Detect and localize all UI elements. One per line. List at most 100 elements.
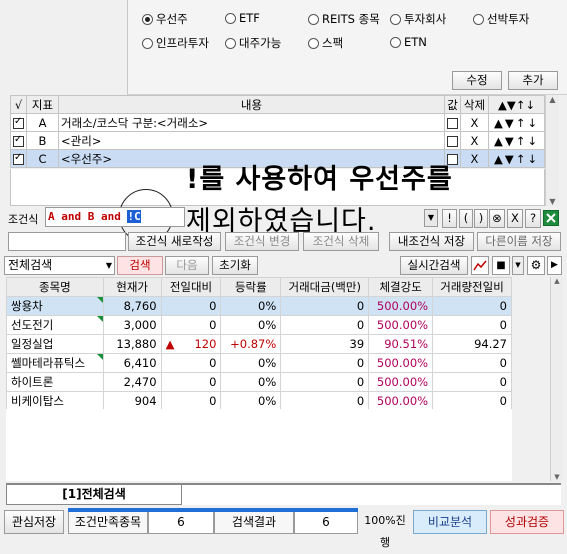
radio-ship-investment[interactable]: 선박투자: [473, 11, 529, 27]
order-arrows[interactable]: ▲▼↑↓: [488, 149, 545, 168]
condition-name-input[interactable]: [8, 232, 126, 251]
edit-button[interactable]: 수정: [452, 71, 502, 90]
save-as-button[interactable]: 다른이름 저장: [477, 232, 561, 251]
grid-scrollbar[interactable]: ▲ ▼: [550, 277, 563, 481]
delete-button[interactable]: X: [460, 113, 489, 132]
op-not-button[interactable]: !: [442, 209, 457, 228]
change-rate: +0.87%: [220, 334, 282, 354]
stock-name: 쎌마테라퓨틱스: [6, 353, 104, 373]
volume-ratio: 0: [432, 315, 512, 335]
radio-investment-company[interactable]: 투자회사: [390, 11, 446, 27]
condition-scrollbar[interactable]: ▲ ▼: [545, 95, 559, 206]
current-price-value: 3,000: [123, 318, 157, 332]
row-checkbox[interactable]: [13, 116, 24, 129]
chevron-down-icon: ▼: [105, 261, 112, 270]
volume-ratio-value: 0: [499, 356, 507, 370]
save-my-condition-button[interactable]: 내조건식 저장: [389, 232, 474, 251]
table-row[interactable]: 비케이탑스 904 0 0% 0 500.00% 0: [6, 391, 512, 411]
op-x-button[interactable]: X: [507, 209, 523, 228]
col-amount[interactable]: 거래대금(백만): [280, 277, 370, 297]
radio-infra[interactable]: 인프라투자: [142, 35, 209, 51]
delete-condition-button[interactable]: 조건식 삭제: [303, 232, 379, 251]
row-content: 거래소/코스닥 구분:<거래소>: [58, 113, 445, 132]
volume-ratio: 94.27: [432, 334, 512, 354]
condition-row[interactable]: B <관리> X ▲▼↑↓: [10, 131, 545, 150]
trade-amount-value: 0: [356, 318, 365, 332]
condition-row[interactable]: A 거래소/코스닥 구분:<거래소> X ▲▼↑↓: [10, 113, 545, 132]
grid-empty-area: [6, 409, 512, 481]
delete-button[interactable]: X: [460, 131, 489, 150]
modify-condition-button[interactable]: 조건식 변경: [225, 232, 299, 251]
result-label: 검색결과: [214, 510, 294, 534]
chevron-down-icon[interactable]: ▼: [512, 256, 524, 275]
realtime-search-button[interactable]: 실시간검색: [400, 256, 468, 275]
expand-icon[interactable]: ▶: [547, 256, 562, 275]
save-interest-button[interactable]: 관심저장: [4, 510, 64, 534]
row-checkbox[interactable]: [13, 152, 24, 165]
order-arrows[interactable]: ▲▼↑↓: [488, 113, 545, 132]
stock-name: 하이트론: [6, 372, 104, 392]
compare-button[interactable]: 비교분석: [413, 510, 487, 534]
search-button[interactable]: 검색: [117, 256, 163, 275]
table-row[interactable]: 일정실업 13,880 ▲ 120 +0.87% 39 90.51% 94.27: [6, 334, 512, 354]
scroll-up-icon[interactable]: ▲: [551, 277, 563, 285]
table-row[interactable]: 쌍용차 8,760 0 0% 0 500.00% 0: [6, 296, 512, 316]
gear-icon[interactable]: ⚙: [527, 256, 545, 275]
scroll-down-icon[interactable]: ▼: [546, 197, 559, 206]
chart-icon[interactable]: [471, 256, 489, 275]
radio-dot: [308, 13, 319, 25]
table-row[interactable]: 하이트론 2,470 0 0% 0 500.00% 0: [6, 372, 512, 392]
tab-strip: [1]전체검색: [6, 483, 561, 505]
verify-button[interactable]: 성과검증: [490, 510, 564, 534]
value-checkbox[interactable]: [447, 117, 458, 129]
scroll-down-icon[interactable]: ▼: [551, 473, 563, 481]
tab-all-search[interactable]: [1]전체검색: [6, 485, 182, 505]
current-price: 904: [102, 391, 162, 411]
delete-button[interactable]: X: [460, 149, 489, 168]
radio-etn[interactable]: ETN: [390, 35, 427, 49]
help-button[interactable]: ?: [525, 209, 541, 228]
add-button[interactable]: 추가: [508, 71, 558, 90]
current-price: 6,410: [102, 353, 162, 373]
col-price[interactable]: 현재가: [102, 277, 162, 297]
table-row[interactable]: 쎌마테라퓨틱스 6,410 0 0% 0 500.00% 0: [6, 353, 512, 373]
current-price: 8,760: [102, 296, 162, 316]
new-condition-button[interactable]: 조건식 새로작성: [128, 232, 221, 251]
volume-ratio: 0: [432, 372, 512, 392]
trade-strength-value: 500.00%: [376, 318, 429, 332]
col-change[interactable]: 전일대비: [160, 277, 222, 297]
scroll-up-icon[interactable]: ▲: [546, 95, 559, 104]
radio-reits[interactable]: REITS 종목: [308, 11, 380, 27]
col-name[interactable]: 종목명: [6, 277, 104, 297]
trade-strength: 500.00%: [368, 315, 434, 335]
row-checkbox[interactable]: [13, 134, 24, 147]
next-button[interactable]: 다음: [165, 256, 209, 275]
search-scope-select[interactable]: 전체검색 ▼: [4, 256, 115, 275]
current-price-value: 2,470: [123, 375, 157, 389]
reset-button[interactable]: 초기화: [212, 256, 258, 275]
radio-preferred[interactable]: 우선주: [142, 11, 188, 27]
value-checkbox[interactable]: [447, 135, 458, 147]
op-xor-button[interactable]: ⊗: [489, 209, 505, 228]
list-icon[interactable]: ■: [492, 256, 510, 275]
formula-input[interactable]: A and B and !C: [45, 207, 185, 227]
col-strength[interactable]: 체결강도: [368, 277, 434, 297]
excel-icon[interactable]: [543, 210, 559, 226]
volume-ratio-value: 94.27: [474, 337, 507, 351]
trade-strength: 500.00%: [368, 391, 434, 411]
result-count: 6: [294, 510, 358, 534]
col-rate[interactable]: 등락률: [220, 277, 282, 297]
op-rparen-button[interactable]: ): [474, 209, 488, 228]
current-price-value: 13,880: [116, 337, 157, 351]
col-volume-ratio[interactable]: 거래량전일비: [432, 277, 512, 297]
table-row[interactable]: 선도전기 3,000 0 0% 0 500.00% 0: [6, 315, 512, 335]
volume-ratio-value: 0: [499, 318, 507, 332]
row-index: C: [26, 149, 59, 168]
radio-spac[interactable]: 스팩: [308, 35, 343, 51]
stock-name-value: 일정실업: [11, 337, 54, 351]
formula-dropdown-icon[interactable]: ▼: [424, 209, 438, 227]
order-arrows[interactable]: ▲▼↑↓: [488, 131, 545, 150]
radio-etf[interactable]: ETF: [225, 11, 260, 25]
radio-lendable[interactable]: 대주가능: [225, 35, 281, 51]
op-lparen-button[interactable]: (: [459, 209, 473, 228]
